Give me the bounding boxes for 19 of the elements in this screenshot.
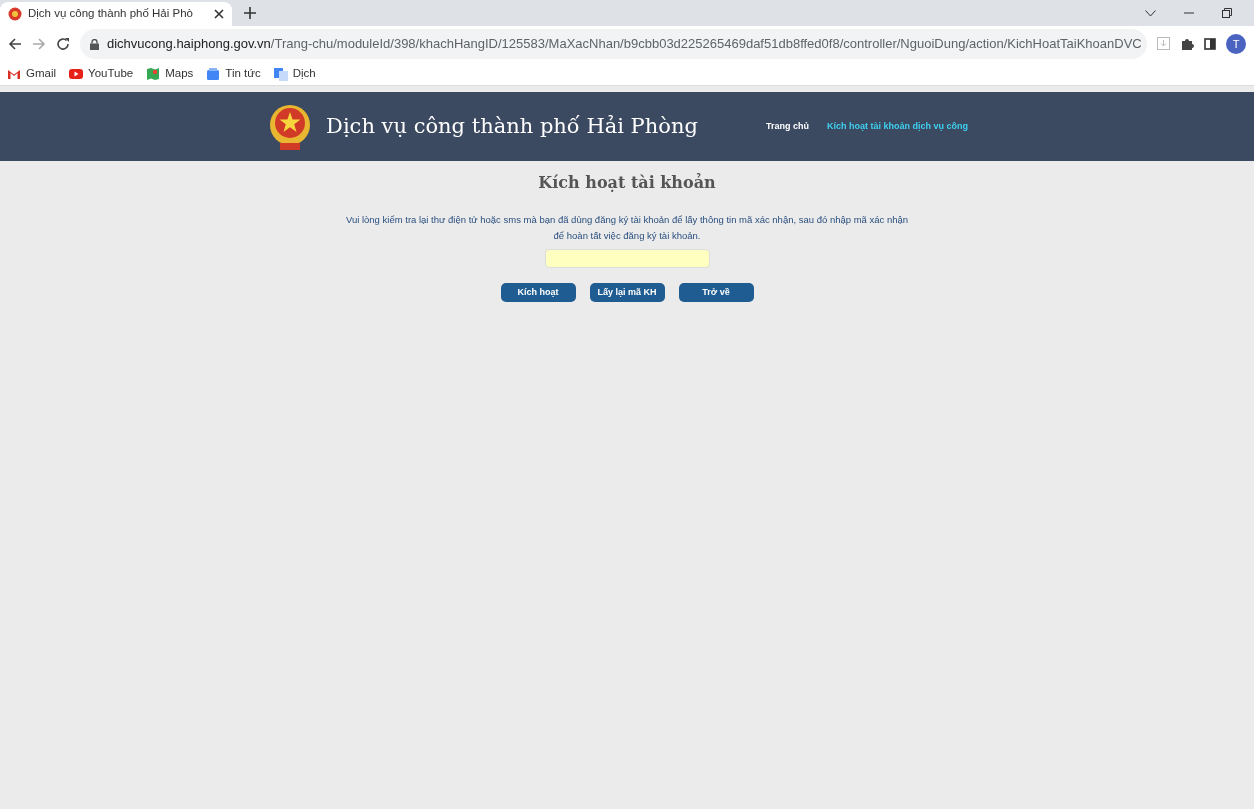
- nav-link[interactable]: Kích hoạt tài khoản dịch vụ công: [826, 119, 968, 134]
- bookmark-link[interactable]: Tin tức: [206, 64, 261, 83]
- site-title: Dịch vụ công thành phố Hải Phòng: [326, 112, 698, 140]
- action-button[interactable]: Trở về: [678, 283, 754, 303]
- page-heading: Kích hoạt tài khoản: [537, 172, 717, 194]
- bookmark-link[interactable]: Maps: [146, 64, 194, 83]
- instruction-text: để hoàn tất việc đăng ký tài khoản.: [552, 229, 702, 243]
- profile-avatar[interactable]: T: [1226, 34, 1246, 54]
- action-button[interactable]: Kích hoạt: [500, 283, 576, 303]
- bookmark-link[interactable]: Gmail: [7, 64, 57, 83]
- bookmark-link[interactable]: YouTube: [69, 64, 134, 83]
- tab-title: Dịch vụ công thành phố Hải Phò: [28, 6, 193, 22]
- bookmark-link[interactable]: Dịch: [273, 64, 316, 83]
- url-text: dichvucong.haiphong.gov.vn/Trang-chu/moduleId/398/khachHangID/125583/MaXacNhan/b9cbb03d225265469daf51db8ffed0f8/controller/NguoiDung/action/KichHoatTaiKhoanDVC: [107, 35, 1142, 54]
- browser-tab[interactable]: Dịch vụ công thành phố Hải Phò: [0, 2, 232, 26]
- instruction-text: Vui lòng kiểm tra lại thư điện tử hoặc sms mà bạn đã dùng đăng ký tài khoản để lấy thông tin mã xác nhận, sau đó nhập mã xác nhận: [344, 213, 910, 227]
- action-button[interactable]: Lấy lại mã KH: [589, 283, 665, 303]
- nav-link[interactable]: Trang chủ: [765, 119, 809, 134]
- address-bar[interactable]: dichvucong.haiphong.gov.vn/Trang-chu/moduleId/398/khachHangID/125583/MaXacNhan/b9cbb03d225265469daf51db8ffed0f8/controller/NguoiDung/action/KichHoatTaiKhoanDVC: [80, 29, 1147, 59]
